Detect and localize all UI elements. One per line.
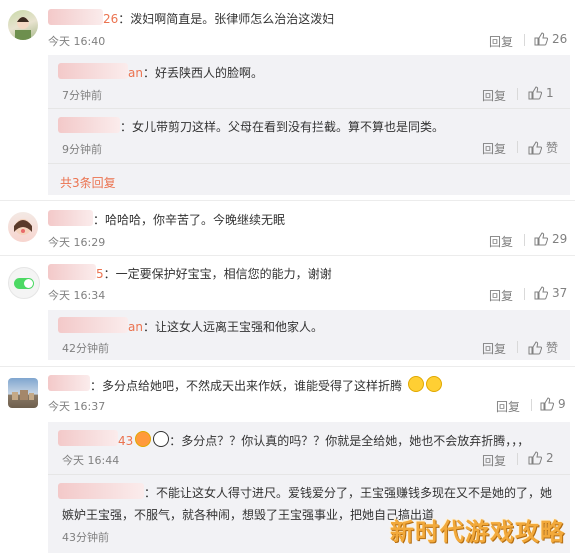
reply-separator (48, 108, 570, 109)
like-count: 赞 (546, 141, 559, 155)
reply-button[interactable]: 回复 (482, 452, 506, 469)
reply-username-blurred[interactable] (58, 63, 128, 79)
reply-button[interactable]: 回复 (496, 398, 520, 415)
like-button[interactable]: 26 (534, 32, 567, 46)
like-count: 赞 (546, 341, 559, 355)
comment-time: 今天 16:40 (48, 35, 106, 48)
comment-divider (0, 255, 575, 256)
angry-emoji-icon (135, 431, 152, 447)
action-divider (531, 399, 532, 411)
action-divider (524, 288, 525, 300)
comment-divider (0, 366, 575, 367)
reply-time: 今天 16:44 (62, 454, 120, 467)
reply-time: 9分钟前 (62, 143, 102, 156)
like-count: 37 (552, 286, 568, 300)
username-suffix: 5 (96, 267, 104, 281)
thumbs-up-icon (534, 286, 548, 300)
reply-text: 43 ：多分点？？你认真的吗？？你就是全给她，她也不会放弃折腾，，， (118, 431, 529, 449)
action-divider (517, 453, 518, 465)
action-divider (517, 141, 518, 153)
reply-username-blurred[interactable] (58, 430, 118, 446)
like-button[interactable]: 37 (534, 286, 567, 300)
comment-time: 今天 16:34 (48, 289, 106, 302)
avatar[interactable] (8, 10, 38, 40)
action-divider (524, 234, 525, 246)
action-divider (517, 341, 518, 353)
laughing-emoji-icon (425, 376, 442, 392)
like-button[interactable]: 1 (528, 86, 554, 100)
comment-text: ：哈哈哈，你辛苦了。今晚继续无眠 (93, 213, 286, 227)
reply-time: 43分钟前 (62, 531, 109, 544)
username-blurred[interactable] (48, 210, 93, 226)
like-count: 1 (546, 86, 554, 100)
like-count: 2 (546, 451, 554, 465)
reply-button[interactable]: 回复 (482, 340, 506, 357)
reply-username-blurred[interactable] (58, 117, 120, 133)
thumbs-up-icon (534, 32, 548, 46)
reply-text: an：让这女人远离王宝强和他家人。 (128, 320, 323, 334)
reply-text-continued: 嫉妒王宝强，不服气，就各种闹，想毁了王宝强事业，把她自己搞出道 (62, 508, 435, 522)
thumbs-up-icon (528, 451, 542, 465)
laughing-emoji-icon (407, 376, 424, 392)
action-divider (524, 34, 525, 46)
reply-separator (48, 474, 570, 475)
username-blurred[interactable] (48, 9, 103, 25)
thumbs-up-icon (534, 232, 548, 246)
reply-button[interactable]: 回复 (489, 33, 513, 50)
reply-button[interactable]: 回复 (489, 233, 513, 250)
comment-divider (0, 200, 575, 201)
reply-button[interactable]: 回复 (489, 287, 513, 304)
reply-username-suffix: 43 (118, 434, 134, 448)
reply-time: 7分钟前 (62, 89, 102, 102)
view-all-replies-link[interactable]: 共3条回复 (60, 174, 116, 191)
like-count: 26 (552, 32, 568, 46)
like-button[interactable]: 9 (540, 397, 566, 411)
like-button[interactable]: 赞 (528, 139, 558, 156)
comment-text: ：多分点给她吧，不然成天出来作妖，谁能受得了这样折腾 (90, 376, 442, 394)
reply-time: 42分钟前 (62, 342, 109, 355)
reply-text: ：女儿带剪刀这样。父母在看到没有拦截。算不算也是同类。 (120, 120, 445, 134)
comment-time: 今天 16:29 (48, 236, 106, 249)
toggle-icon (14, 278, 34, 289)
comment-text: 26：泼妇啊简直是。张律师怎么治治这泼妇 (103, 12, 335, 26)
panda-emoji-icon (153, 431, 170, 447)
reply-button[interactable]: 回复 (482, 87, 506, 104)
thumbs-up-icon (540, 397, 554, 411)
reply-text: an：好丢陕西人的脸啊。 (128, 66, 263, 80)
reply-username-blurred[interactable] (58, 483, 144, 499)
comment-time: 今天 16:37 (48, 400, 106, 413)
action-divider (517, 88, 518, 100)
reply-text: ：不能让这女人得寸进尺。爱钱爱分了，王宝强赚钱多现在又不是她的了，她 (144, 486, 553, 500)
avatar-image (15, 17, 31, 40)
avatar[interactable] (8, 267, 40, 299)
watermark: 新时代游戏攻略 (390, 518, 565, 546)
reply-button[interactable]: 回复 (482, 140, 506, 157)
thumbs-up-icon (528, 140, 542, 154)
avatar-image (14, 219, 32, 235)
like-count: 29 (552, 232, 568, 246)
username-blurred[interactable] (48, 375, 90, 391)
comment-text: 5：一定要保护好宝宝，相信您的能力，谢谢 (96, 267, 332, 281)
thumbs-up-icon (528, 340, 542, 354)
like-button[interactable]: 2 (528, 451, 554, 465)
reply-separator (48, 163, 570, 164)
thumbs-up-icon (528, 86, 542, 100)
like-button[interactable]: 29 (534, 232, 567, 246)
username-suffix: 26 (103, 12, 119, 26)
avatar-image (12, 390, 34, 400)
username-blurred[interactable] (48, 264, 96, 280)
reply-username-blurred[interactable] (58, 317, 128, 333)
like-button[interactable]: 赞 (528, 339, 558, 356)
avatar[interactable] (8, 378, 38, 408)
like-count: 9 (558, 397, 566, 411)
avatar[interactable] (8, 212, 38, 242)
reply-username-suffix: an (128, 66, 143, 80)
reply-username-suffix: an (128, 320, 143, 334)
